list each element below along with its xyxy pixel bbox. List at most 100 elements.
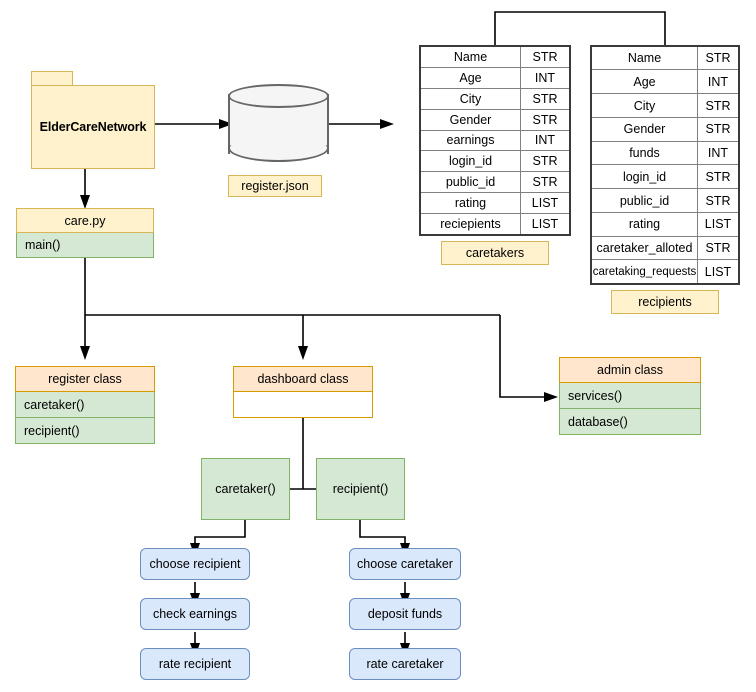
cell-type: STR (697, 235, 738, 261)
class-admin-member-label: services() (568, 388, 623, 403)
class-admin-header: admin class (559, 357, 701, 383)
flow-rate-recipient[interactable]: rate recipient (140, 648, 250, 680)
method-box-caretaker-label: caretaker() (215, 482, 276, 496)
table-row: caretaking_requests LIST (592, 259, 738, 283)
class-register[interactable]: register class caretaker() recipient() (15, 366, 155, 444)
cell-type: STR (520, 87, 569, 110)
cell-field: Age (421, 66, 521, 89)
cell-field: earnings (421, 129, 521, 152)
cylinder-top-ellipse (228, 84, 329, 108)
table-row: City STR (421, 87, 569, 110)
datastore-cylinder[interactable] (228, 84, 329, 164)
flow-check-earnings[interactable]: check earnings (140, 598, 250, 630)
table-recipients-grid: Name STR Age INT City STR Gender STR funds IN… (592, 47, 738, 283)
table-row: Name STR (421, 47, 569, 68)
cell-field: rating (421, 192, 521, 215)
table-row: Name STR (592, 47, 738, 71)
class-admin-title: admin class (597, 363, 663, 377)
cell-field: public_id (592, 188, 698, 213)
table-row: Age INT (421, 66, 569, 89)
cell-field: Name (592, 47, 698, 71)
class-dashboard[interactable]: dashboard class (233, 366, 373, 418)
cell-type: STR (697, 47, 738, 71)
table-row: earnings INT (421, 129, 569, 152)
cell-type: STR (697, 188, 738, 213)
table-recipients: Name STR Age INT City STR Gender STR funds IN… (590, 45, 740, 285)
table-recipients-caption: recipients (611, 290, 719, 314)
edge-tables-bracket (494, 11, 666, 45)
cell-type: INT (520, 66, 569, 89)
table-row: City STR (592, 93, 738, 118)
arrowhead-bus-to-register (80, 346, 90, 360)
datastore-caption-label: register.json (241, 179, 309, 193)
class-register-header: register class (15, 366, 155, 392)
flow-choose-caretaker[interactable]: choose caretaker (349, 548, 461, 580)
table-caretakers-caption: caretakers (441, 241, 549, 265)
arrowhead-package-to-module (80, 195, 90, 209)
table-caretakers: Name STR Age INT City STR Gender STR earning… (419, 45, 571, 236)
flow-choose-recipient[interactable]: choose recipient (140, 548, 250, 580)
flow-rate-caretaker-label: rate caretaker (366, 657, 444, 671)
edge-caretaker-to-choose-recipient (194, 520, 246, 545)
cell-type: STR (520, 171, 569, 194)
method-box-recipient[interactable]: recipient() (316, 458, 405, 520)
class-register-member-caretaker: caretaker() (15, 392, 155, 418)
class-admin-member-label: database() (568, 414, 628, 429)
cell-type: INT (697, 69, 738, 95)
method-box-caretaker[interactable]: caretaker() (201, 458, 290, 520)
class-dashboard-empty-body (233, 392, 373, 418)
flow-choose-recipient-label: choose recipient (149, 557, 241, 571)
table-row: Gender STR (592, 116, 738, 142)
cell-field: funds (592, 140, 698, 166)
table-row: Age INT (592, 69, 738, 95)
cell-type: STR (697, 164, 738, 190)
cell-type: INT (520, 129, 569, 152)
diagram-canvas: ElderCareNetwork register.json care.py m… (0, 0, 756, 692)
edge-bus-to-admin (499, 315, 545, 398)
class-dashboard-title: dashboard class (257, 372, 349, 386)
cell-field: Gender (592, 116, 698, 142)
class-register-member-recipient: recipient() (15, 418, 155, 444)
package-eldercarenetwork[interactable]: ElderCareNetwork (31, 85, 155, 169)
table-row: rating LIST (421, 192, 569, 215)
table-row: Gender STR (421, 108, 569, 131)
table-row: rating LIST (592, 211, 738, 237)
package-tab (31, 71, 73, 85)
cell-field: reciepients (421, 213, 521, 234)
package-label: ElderCareNetwork (39, 120, 147, 134)
module-header: care.py (16, 208, 154, 233)
cell-field: caretaker_alloted (592, 235, 698, 261)
cell-type: LIST (697, 211, 738, 237)
class-admin[interactable]: admin class services() database() (559, 357, 701, 435)
cell-field: public_id (421, 171, 521, 194)
flow-choose-caretaker-label: choose caretaker (357, 557, 453, 571)
class-register-member-label: recipient() (24, 423, 80, 438)
cell-type: STR (520, 47, 569, 68)
table-row: public_id STR (592, 188, 738, 213)
table-caretakers-caption-label: caretakers (465, 246, 525, 260)
table-recipients-caption-label: recipients (638, 295, 692, 309)
class-admin-member-database: database() (559, 409, 701, 435)
cell-type: LIST (520, 213, 569, 234)
cell-field: rating (592, 211, 698, 237)
cell-field: City (421, 87, 521, 110)
cell-field: Name (421, 47, 521, 68)
cell-field: login_id (592, 164, 698, 190)
method-box-recipient-label: recipient() (332, 482, 389, 496)
table-row: login_id STR (421, 150, 569, 173)
cell-type: INT (697, 140, 738, 166)
cell-field: City (592, 93, 698, 118)
module-care-py[interactable]: care.py main() (16, 208, 154, 258)
cell-field: login_id (421, 150, 521, 173)
arrowhead-bus-to-admin (544, 392, 558, 402)
flow-rate-caretaker[interactable]: rate caretaker (349, 648, 461, 680)
cell-type: STR (697, 93, 738, 118)
table-row: funds INT (592, 140, 738, 166)
arrowhead-datastore-to-tables (380, 119, 394, 129)
flow-deposit-funds[interactable]: deposit funds (349, 598, 461, 630)
class-register-title: register class (48, 372, 122, 386)
table-row: login_id STR (592, 164, 738, 190)
table-row: reciepients LIST (421, 213, 569, 234)
table-row: caretaker_alloted STR (592, 235, 738, 261)
datastore-caption: register.json (228, 175, 322, 197)
